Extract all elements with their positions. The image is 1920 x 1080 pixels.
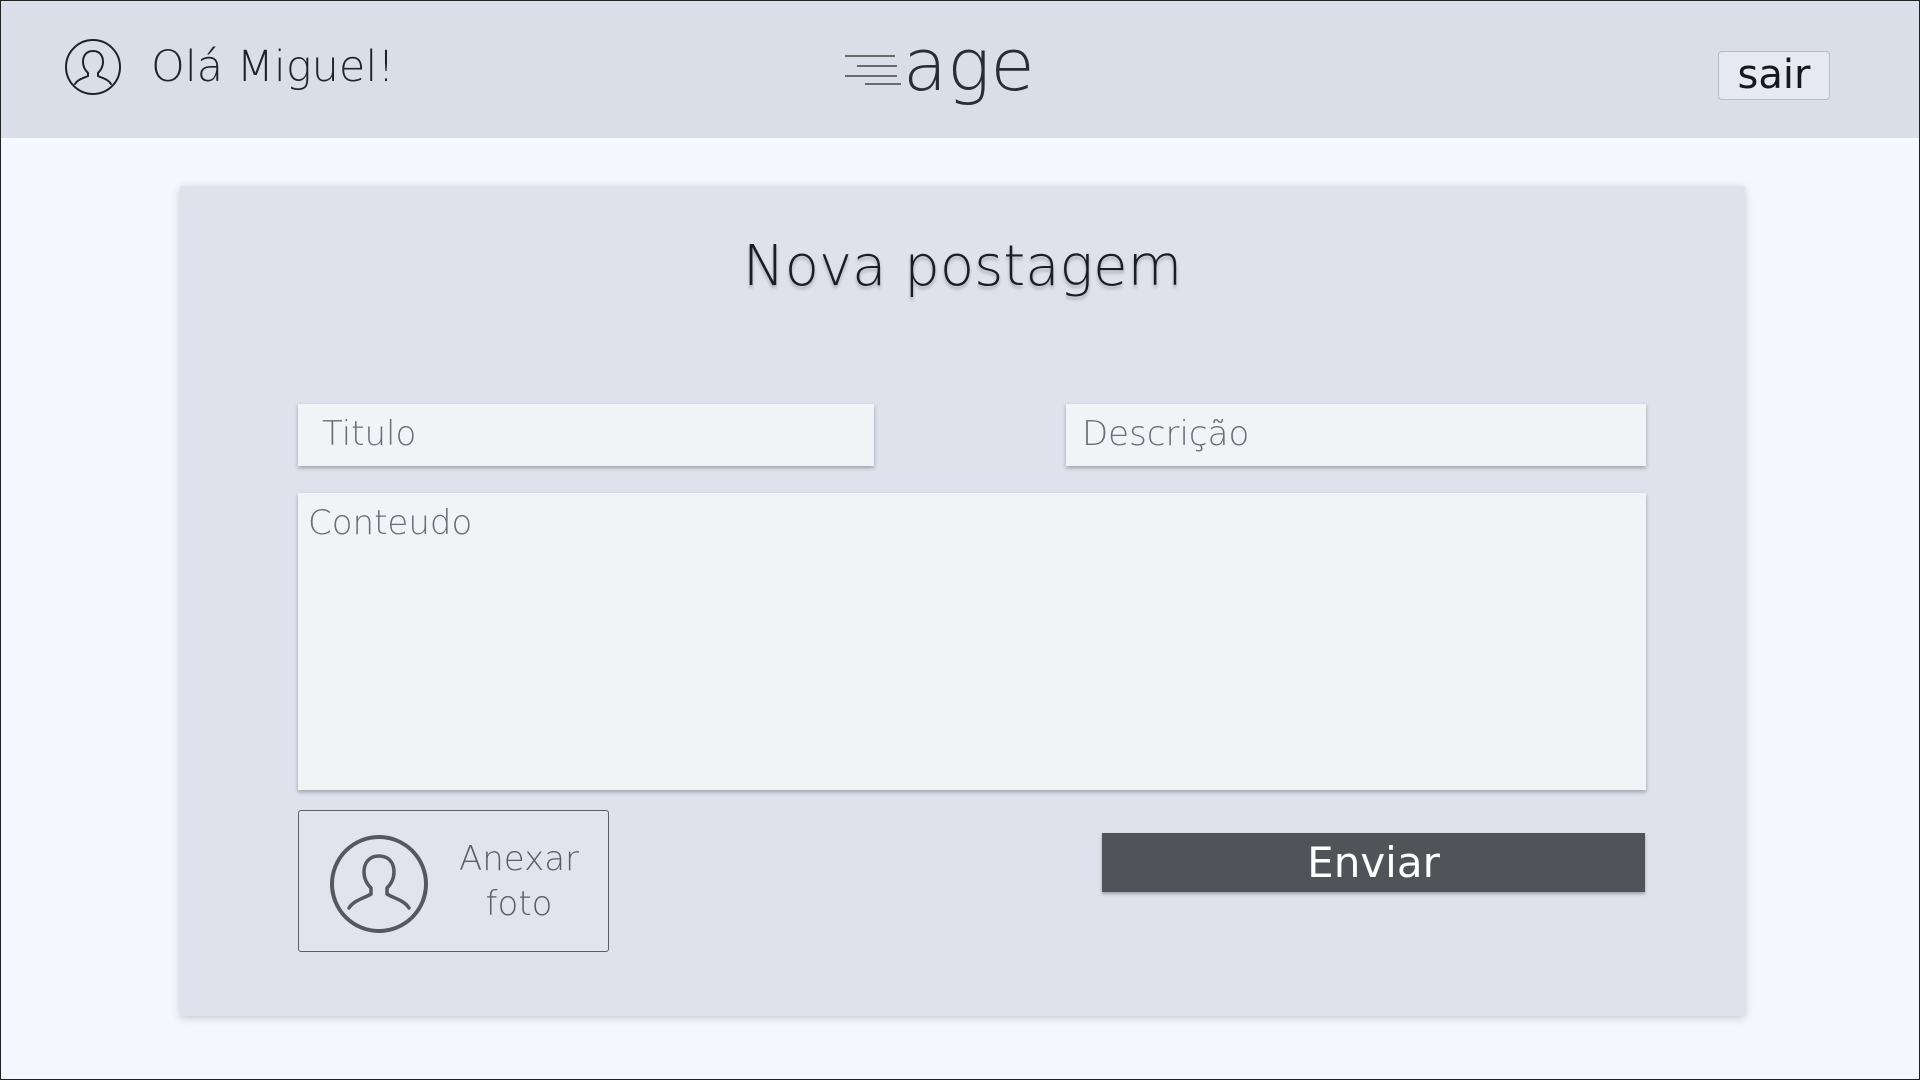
page-title: Nova postagem	[742, 234, 1183, 299]
submit-button[interactable]: Enviar	[1102, 833, 1645, 892]
title-input[interactable]: Titulo	[298, 404, 874, 466]
logout-button[interactable]: sair	[1718, 51, 1830, 100]
logo-text: age	[903, 32, 1035, 107]
attach-label-line2: foto	[485, 884, 553, 924]
new-post-card: Nova postagem Titulo Descrição Conteudo …	[180, 186, 1745, 1016]
attach-photo-button[interactable]: Anexar foto	[298, 810, 609, 952]
age-logo: age	[845, 32, 1035, 107]
user-avatar-icon	[330, 835, 428, 933]
content-textarea[interactable]: Conteudo	[298, 493, 1646, 790]
attach-photo-label: Anexar foto	[444, 837, 594, 927]
description-input[interactable]: Descrição	[1066, 404, 1646, 466]
header-bar: Olá Miguel! age sair	[0, 0, 1920, 138]
user-icon[interactable]	[64, 38, 122, 96]
attach-label-line1: Anexar	[458, 839, 580, 879]
greeting-text: Olá Miguel!	[151, 42, 395, 92]
